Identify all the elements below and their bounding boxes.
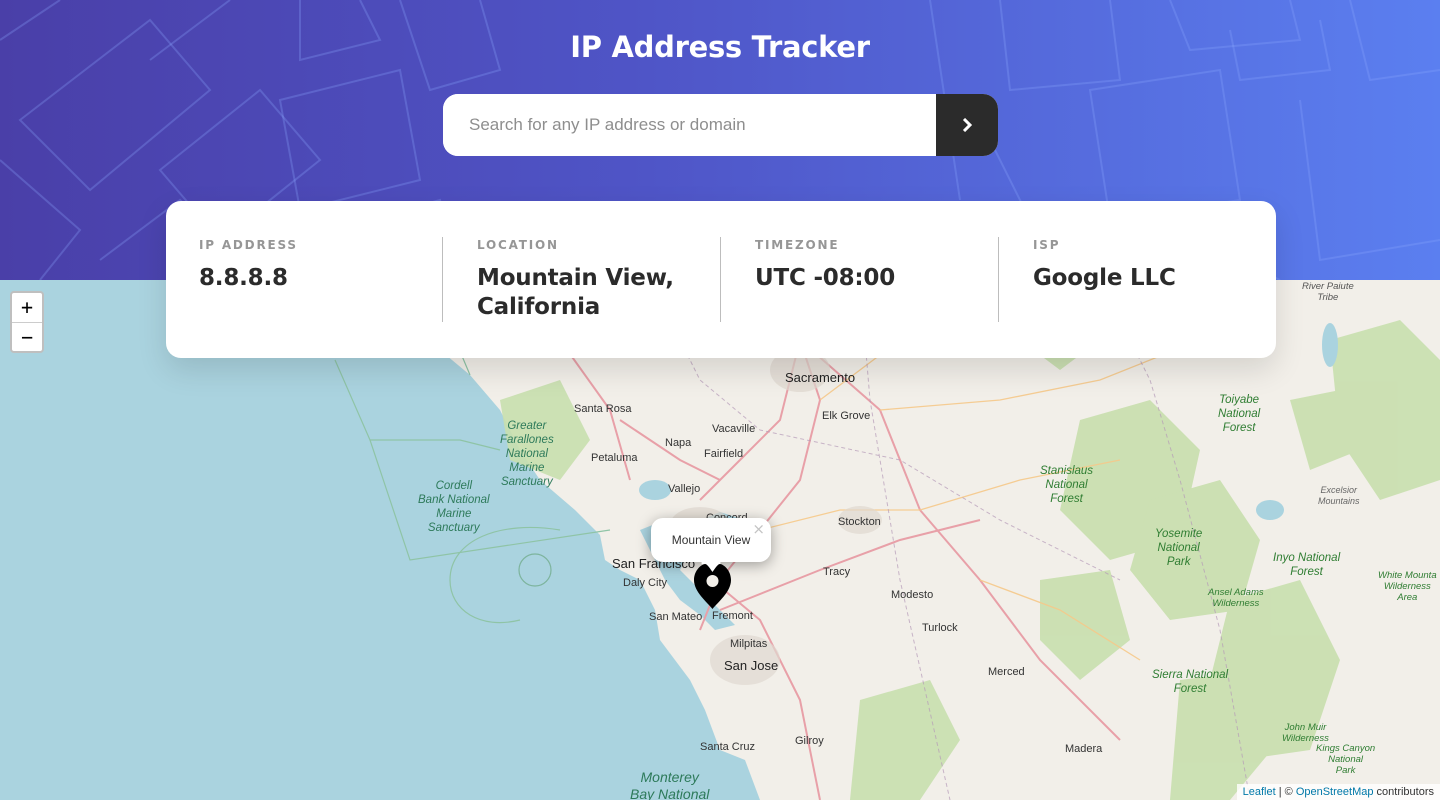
map-label: Excelsior Mountains	[1318, 485, 1360, 506]
info-label: ISP	[1033, 238, 1061, 252]
map-label: Napa	[665, 437, 692, 449]
info-label: IP ADDRESS	[199, 238, 298, 252]
map-label: Turlock	[922, 622, 958, 634]
osm-link[interactable]: OpenStreetMap	[1296, 786, 1374, 798]
info-label: LOCATION	[477, 238, 559, 252]
map-label: Tracy	[823, 566, 851, 578]
map-label: Sierra National Forest	[1152, 669, 1229, 695]
map-label: White Mounta Wilderness Area	[1378, 570, 1437, 603]
search-input[interactable]	[443, 94, 936, 156]
leaflet-link[interactable]: Leaflet	[1243, 786, 1276, 798]
location-marker-icon[interactable]	[692, 562, 733, 609]
map-label: Milpitas	[730, 638, 768, 650]
map-label: Stanislaus National Forest	[1040, 465, 1094, 505]
map-label: Merced	[988, 666, 1025, 678]
popup-close-button[interactable]: ×	[752, 521, 765, 537]
info-timezone: TIMEZONE UTC -08:00	[720, 237, 998, 322]
map-label: Daly City	[623, 577, 668, 589]
map-label: Vacaville	[712, 423, 756, 435]
info-isp: ISP Google LLC	[998, 237, 1276, 322]
map-label: Cordell Bank National Marine Sanctuary	[418, 480, 490, 534]
popup-text: Mountain View	[671, 533, 751, 547]
info-value: Mountain View, California	[477, 265, 674, 320]
info-location: LOCATION Mountain View, California	[442, 237, 720, 322]
zoom-control: + −	[10, 291, 44, 353]
map-label: Elk Grove	[822, 410, 871, 422]
ip-info-card: IP ADDRESS 8.8.8.8 LOCATION Mountain Vie…	[166, 201, 1276, 358]
map-label: Inyo National Forest	[1273, 552, 1341, 578]
map-label: River Paiute Tribe	[1302, 281, 1354, 303]
map-label: Modesto	[891, 589, 934, 601]
map-label: San Mateo	[649, 611, 703, 623]
map-label: Vallejo	[668, 483, 701, 495]
map-attribution: Leaflet | © OpenStreetMap contributors	[1236, 784, 1440, 800]
info-value: 8.8.8.8	[199, 265, 288, 291]
map-label: Greater Farallones National Marine Sanct…	[500, 420, 554, 488]
map-label: Madera	[1065, 743, 1103, 755]
zoom-in-button[interactable]: +	[12, 293, 42, 322]
map-label: Santa Cruz	[700, 741, 756, 753]
chevron-right-icon	[962, 118, 972, 132]
map-label: Petaluma	[591, 452, 638, 464]
map-label: John Muir Wilderness	[1282, 722, 1329, 744]
map-label: Ansel Adams Wilderness	[1208, 587, 1264, 609]
map-label: Fairfield	[704, 448, 744, 460]
info-label: TIMEZONE	[755, 238, 840, 252]
attribution-separator: | ©	[1275, 786, 1296, 798]
map-label: San Jose	[724, 658, 779, 673]
page-title: IP Address Tracker	[570, 30, 870, 64]
map-label: Fremont	[712, 610, 753, 622]
map-label: Santa Rosa	[574, 403, 632, 415]
map-label: Yosemite National Park	[1155, 528, 1203, 568]
map-label: Kings Canyon National Park	[1316, 743, 1376, 776]
attribution-suffix: contributors	[1373, 786, 1434, 798]
map-label: Stockton	[838, 516, 881, 528]
map-label: Gilroy	[795, 735, 824, 747]
info-value: UTC -08:00	[755, 265, 896, 291]
map-label: Sacramento	[785, 370, 856, 385]
zoom-out-button[interactable]: −	[12, 321, 42, 352]
search-bar	[443, 94, 998, 156]
search-button[interactable]	[936, 94, 998, 156]
location-popup: Mountain View ×	[651, 518, 771, 562]
map-label: Toiyabe National Forest	[1218, 394, 1261, 434]
info-value: Google LLC	[1033, 265, 1176, 291]
info-ip-address: IP ADDRESS 8.8.8.8	[166, 237, 442, 322]
map-label: Monterey Bay National	[630, 769, 710, 800]
